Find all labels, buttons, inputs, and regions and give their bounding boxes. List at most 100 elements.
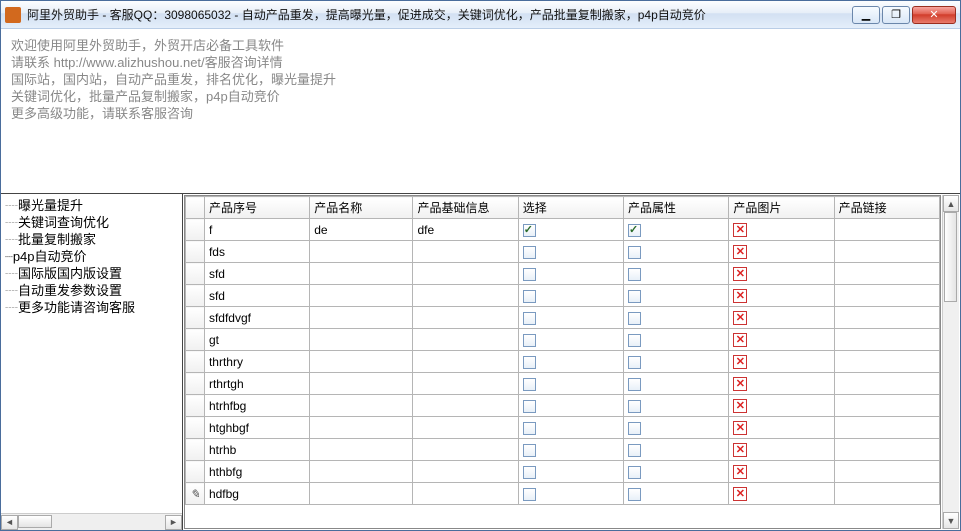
scroll-thumb[interactable] <box>944 212 957 302</box>
col-info[interactable]: 产品基础信息 <box>413 197 518 219</box>
cell-attr[interactable] <box>624 263 729 285</box>
cell-name[interactable]: de <box>310 219 413 241</box>
cell-seq[interactable]: rthrtgh <box>204 373 309 395</box>
cell-attr[interactable] <box>624 483 729 505</box>
cell-seq[interactable]: htrhb <box>204 439 309 461</box>
table-row[interactable]: htghbgf <box>186 417 940 439</box>
cell-name[interactable] <box>310 439 413 461</box>
missing-image-icon[interactable] <box>733 399 747 413</box>
cell-link[interactable] <box>834 395 939 417</box>
missing-image-icon[interactable] <box>733 443 747 457</box>
cell-seq[interactable]: htrhfbg <box>204 395 309 417</box>
cell-attr[interactable] <box>624 241 729 263</box>
row-header[interactable] <box>186 219 205 241</box>
checkbox[interactable] <box>628 290 641 303</box>
col-seq[interactable]: 产品序号 <box>204 197 309 219</box>
cell-seq[interactable]: f <box>204 219 309 241</box>
cell-link[interactable] <box>834 417 939 439</box>
cell-select[interactable] <box>518 329 623 351</box>
cell-name[interactable] <box>310 241 413 263</box>
sidebar-item-auto-repost[interactable]: 自动重发参数设置 <box>3 282 180 299</box>
missing-image-icon[interactable] <box>733 245 747 259</box>
cell-seq[interactable]: gt <box>204 329 309 351</box>
cell-info[interactable] <box>413 307 518 329</box>
cell-select[interactable] <box>518 417 623 439</box>
cell-image[interactable] <box>729 373 834 395</box>
checkbox[interactable] <box>523 224 536 237</box>
cell-select[interactable] <box>518 373 623 395</box>
missing-image-icon[interactable] <box>733 355 747 369</box>
cell-link[interactable] <box>834 241 939 263</box>
checkbox[interactable] <box>523 378 536 391</box>
titlebar[interactable]: 阿里外贸助手 - 客服QQ：3098065032 - 自动产品重发，提高曝光量，… <box>1 1 960 29</box>
col-name[interactable]: 产品名称 <box>310 197 413 219</box>
row-header[interactable] <box>186 241 205 263</box>
scroll-up-icon[interactable]: ▲ <box>943 195 959 212</box>
cell-seq[interactable]: fds <box>204 241 309 263</box>
row-header[interactable] <box>186 307 205 329</box>
checkbox[interactable] <box>628 400 641 413</box>
sidebar-item-exposure[interactable]: 曝光量提升 <box>3 197 180 214</box>
checkbox[interactable] <box>523 466 536 479</box>
cell-select[interactable] <box>518 439 623 461</box>
cell-name[interactable] <box>310 329 413 351</box>
grid-vscrollbar[interactable]: ▲ ▼ <box>942 195 959 529</box>
cell-link[interactable] <box>834 439 939 461</box>
cell-select[interactable] <box>518 219 623 241</box>
checkbox[interactable] <box>523 290 536 303</box>
cell-name[interactable] <box>310 351 413 373</box>
cell-image[interactable] <box>729 219 834 241</box>
cell-image[interactable] <box>729 439 834 461</box>
col-img[interactable]: 产品图片 <box>729 197 834 219</box>
cell-image[interactable] <box>729 263 834 285</box>
scroll-track[interactable] <box>943 212 959 512</box>
minimize-button[interactable]: ▁ <box>852 6 880 24</box>
cell-name[interactable] <box>310 285 413 307</box>
table-row[interactable]: sfdfdvgf <box>186 307 940 329</box>
checkbox[interactable] <box>523 356 536 369</box>
cell-name[interactable] <box>310 417 413 439</box>
table-row[interactable]: thrthry <box>186 351 940 373</box>
checkbox[interactable] <box>523 334 536 347</box>
cell-image[interactable] <box>729 307 834 329</box>
sidebar-hscrollbar[interactable]: ◄ ► <box>1 513 182 530</box>
cell-info[interactable] <box>413 417 518 439</box>
cell-info[interactable] <box>413 395 518 417</box>
cell-image[interactable] <box>729 241 834 263</box>
table-row[interactable]: rthrtgh <box>186 373 940 395</box>
cell-image[interactable] <box>729 417 834 439</box>
cell-name[interactable] <box>310 395 413 417</box>
checkbox[interactable] <box>628 488 641 501</box>
cell-link[interactable] <box>834 461 939 483</box>
cell-link[interactable] <box>834 373 939 395</box>
cell-select[interactable] <box>518 263 623 285</box>
cell-link[interactable] <box>834 263 939 285</box>
checkbox[interactable] <box>523 246 536 259</box>
cell-link[interactable] <box>834 219 939 241</box>
missing-image-icon[interactable] <box>733 487 747 501</box>
checkbox[interactable] <box>523 444 536 457</box>
checkbox[interactable] <box>523 422 536 435</box>
cell-info[interactable] <box>413 285 518 307</box>
table-row[interactable]: htrhb <box>186 439 940 461</box>
checkbox[interactable] <box>628 466 641 479</box>
row-header[interactable] <box>186 395 205 417</box>
checkbox[interactable] <box>628 356 641 369</box>
missing-image-icon[interactable] <box>733 267 747 281</box>
data-grid[interactable]: 产品序号 产品名称 产品基础信息 选择 产品属性 产品图片 产品链接 fdedf… <box>185 196 940 505</box>
cell-name[interactable] <box>310 373 413 395</box>
checkbox[interactable] <box>628 246 641 259</box>
row-header[interactable] <box>186 461 205 483</box>
cell-seq[interactable]: hdfbg <box>204 483 309 505</box>
scroll-right-icon[interactable]: ► <box>165 515 182 530</box>
cell-image[interactable] <box>729 329 834 351</box>
cell-info[interactable] <box>413 263 518 285</box>
row-header[interactable] <box>186 329 205 351</box>
cell-seq[interactable]: sfd <box>204 285 309 307</box>
scroll-thumb[interactable] <box>18 515 52 528</box>
cell-link[interactable] <box>834 307 939 329</box>
checkbox[interactable] <box>628 334 641 347</box>
checkbox[interactable] <box>628 224 641 237</box>
cell-select[interactable] <box>518 307 623 329</box>
col-attr[interactable]: 产品属性 <box>624 197 729 219</box>
